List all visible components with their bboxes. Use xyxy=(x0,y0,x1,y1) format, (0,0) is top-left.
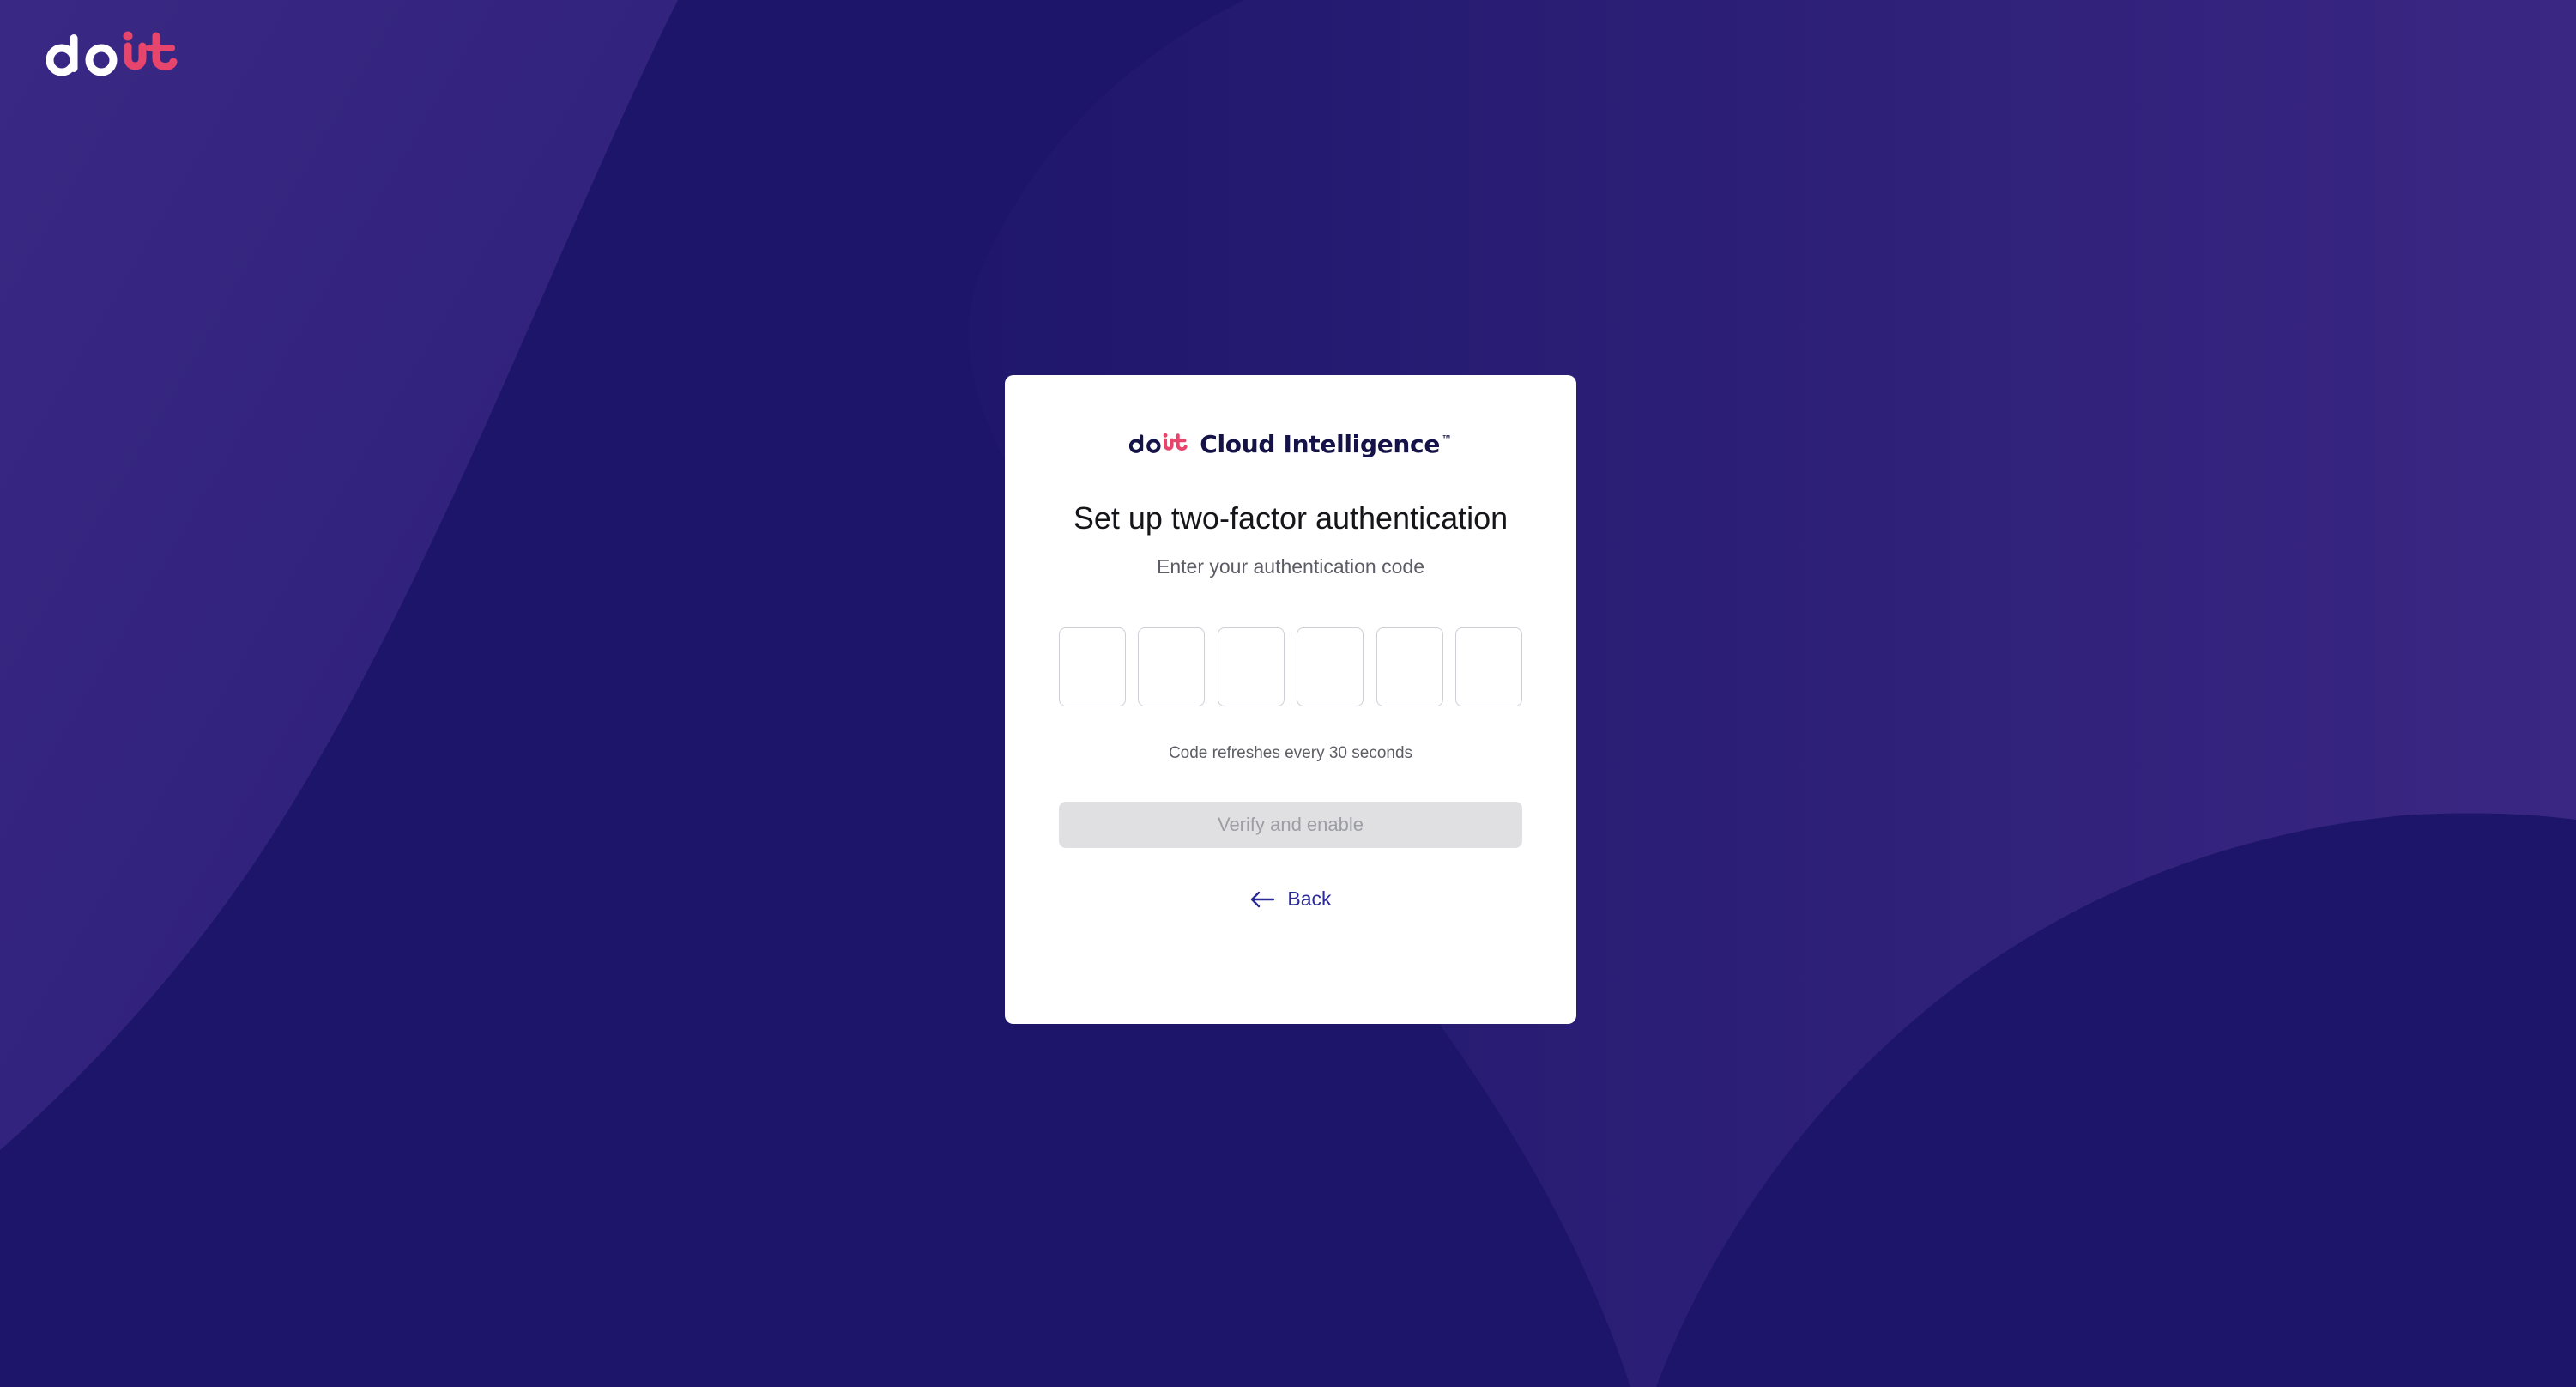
code-digit-6[interactable] xyxy=(1454,627,1522,706)
doit-logo-icon xyxy=(1129,433,1188,453)
page-title: Set up two-factor authentication xyxy=(1073,500,1509,536)
two-factor-card: Cloud Intelligence ™ Set up two-factor au… xyxy=(1005,375,1576,1024)
code-refresh-hint: Code refreshes every 30 seconds xyxy=(1168,744,1413,762)
code-digit-1[interactable] xyxy=(1059,627,1126,706)
page-subtitle: Enter your authentication code xyxy=(1157,555,1424,578)
brand-name: Cloud Intelligence ™ xyxy=(1200,429,1452,458)
code-digit-3[interactable] xyxy=(1217,627,1285,706)
verify-and-enable-button[interactable]: Verify and enable xyxy=(1059,802,1522,848)
brand-header: Cloud Intelligence ™ xyxy=(1005,427,1576,461)
code-digit-2[interactable] xyxy=(1138,627,1206,706)
trademark-symbol: ™ xyxy=(1442,433,1452,446)
code-digit-4[interactable] xyxy=(1297,627,1364,706)
arrow-left-icon xyxy=(1251,891,1275,907)
code-digit-5[interactable] xyxy=(1376,627,1443,706)
back-label: Back xyxy=(1287,887,1332,910)
doit-logo xyxy=(46,31,178,76)
back-link[interactable]: Back xyxy=(1005,887,1576,911)
code-input-group xyxy=(1059,627,1522,708)
page-background: Cloud Intelligence ™ Set up two-factor au… xyxy=(0,0,2576,1387)
